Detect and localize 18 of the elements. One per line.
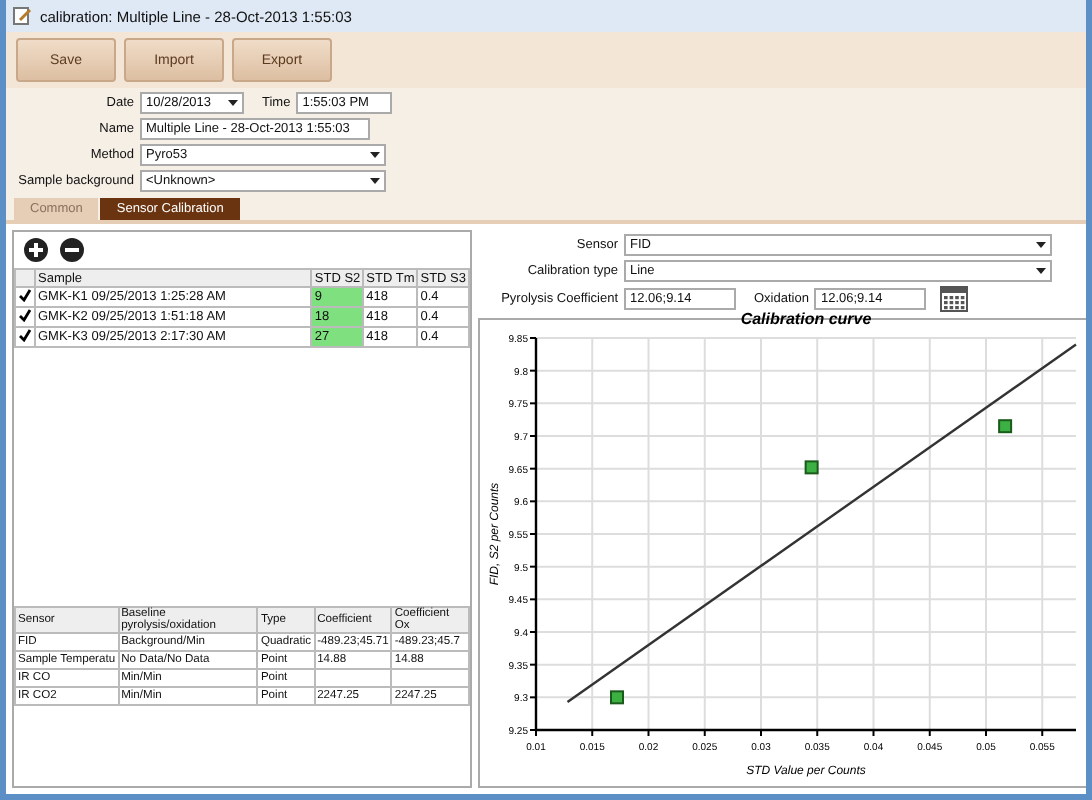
checkbox[interactable] (18, 308, 32, 322)
dropdown-arrow-icon (370, 178, 380, 184)
chart-title: Calibration curve (740, 310, 872, 328)
remove-icon[interactable] (60, 238, 84, 262)
calendar-icon[interactable] (940, 286, 969, 312)
document-pencil-icon (12, 6, 32, 26)
table-cell (391, 669, 469, 687)
data-point (610, 690, 624, 705)
checkbox[interactable] (18, 288, 32, 302)
dropdown-arrow-icon (1036, 242, 1046, 248)
add-icon[interactable] (24, 238, 48, 262)
table-cell (314, 669, 392, 687)
data-point (998, 419, 1013, 434)
dropdown-arrow-icon (228, 100, 238, 106)
checkbox[interactable] (18, 328, 32, 342)
dropdown-arrow-icon (1036, 268, 1046, 274)
dropdown-arrow-icon (370, 152, 380, 158)
data-point (804, 460, 819, 475)
